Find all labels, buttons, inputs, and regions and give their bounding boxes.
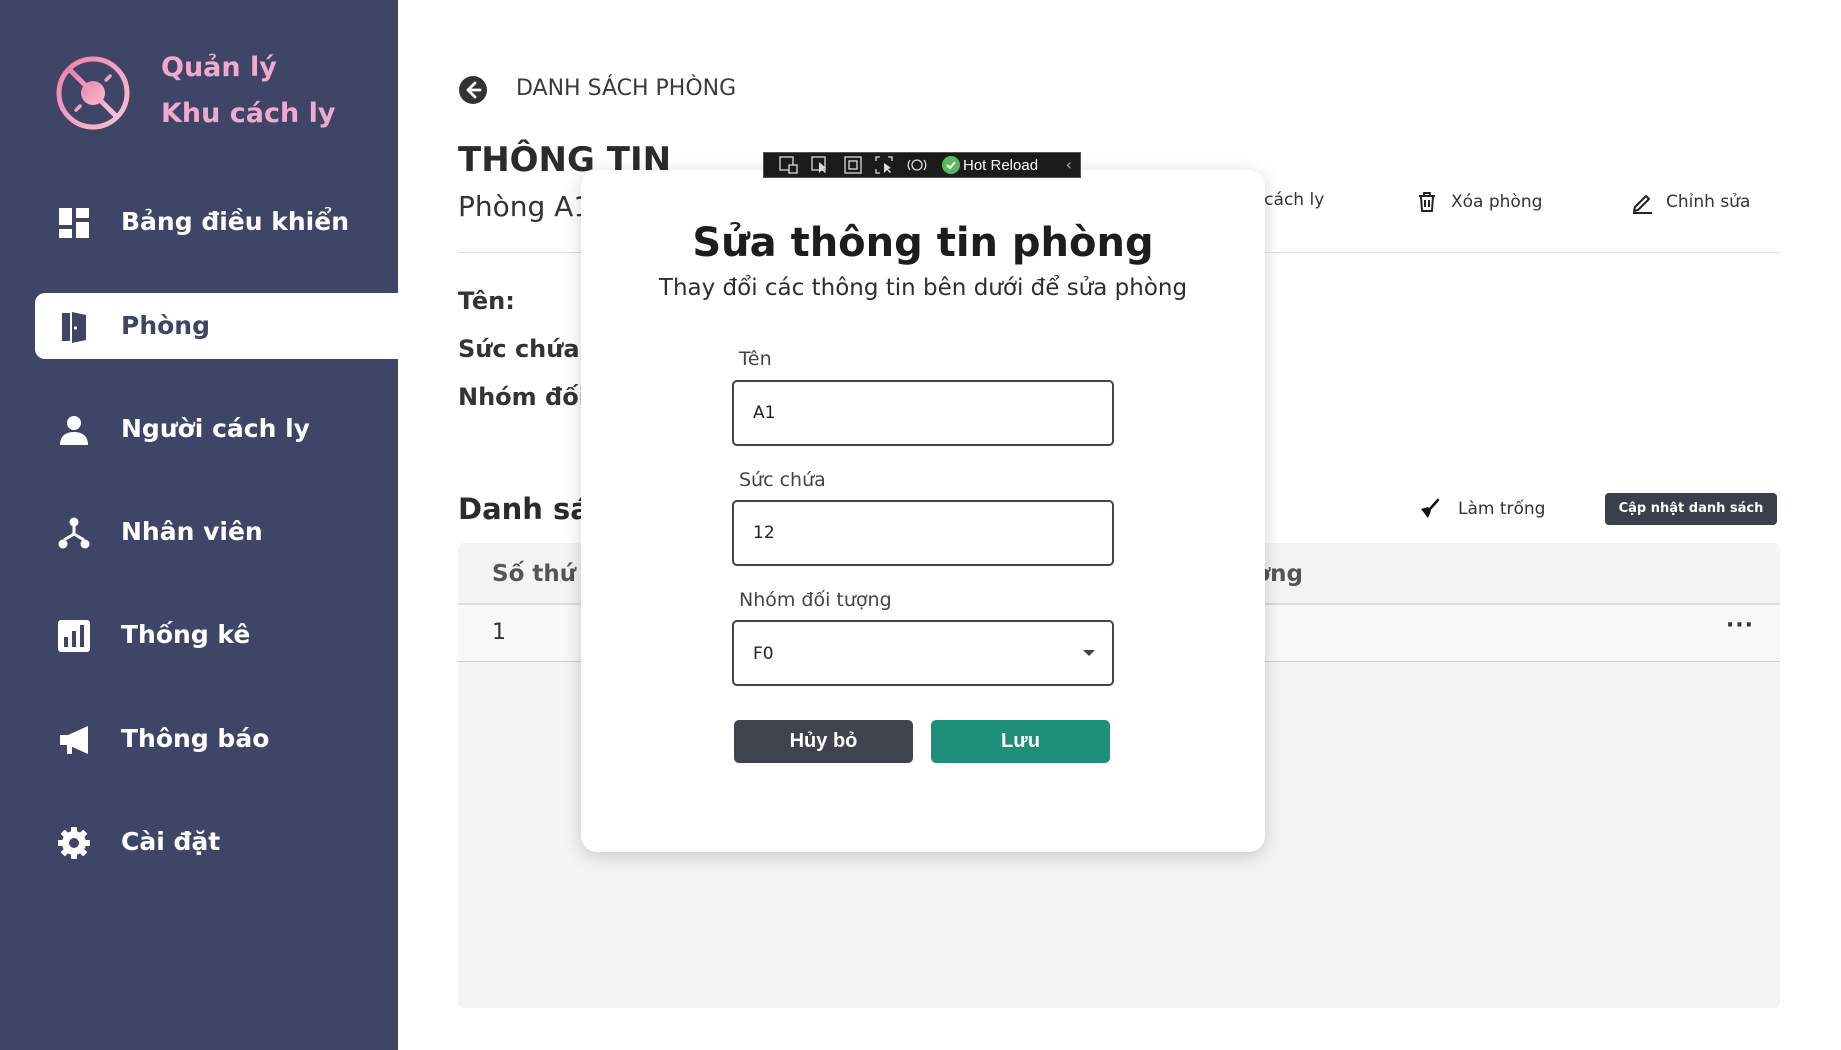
name-field-label: Tên [739,348,772,370]
org-chart-icon [58,517,90,549]
room-capacity-label: Sức chứa: [458,335,590,363]
sidebar-item-label: Phòng [121,311,210,340]
door-icon [62,312,86,343]
hot-reload-check-icon [942,156,960,174]
track-focus-icon[interactable] [874,156,896,174]
sidebar-item-staff[interactable]: Nhân viên [0,499,398,565]
sidebar-item-dashboard[interactable]: Bảng điều khiển [0,189,398,255]
hot-reload-label[interactable]: Hot Reload [963,157,1038,174]
brand: Quản lý Khu cách ly [55,50,375,140]
sidebar-item-label: Cài đặt [121,827,221,856]
bar-chart-icon [58,620,90,652]
broom-icon [1421,498,1440,518]
room-subtitle: Phòng A1 [458,190,592,223]
accessibility-icon[interactable] [906,156,928,174]
update-list-button[interactable]: Cập nhật danh sách [1605,493,1777,525]
live-tree-icon[interactable] [778,156,800,174]
delete-room-button[interactable]: Xóa phòng [1415,190,1542,214]
row-number: 1 [492,620,506,645]
brand-title-line1: Quản lý [161,52,277,83]
gear-icon [58,827,90,859]
dashboard-icon [59,208,89,238]
more-options-icon[interactable]: ··· [1726,613,1754,638]
sidebar-item-label: Bảng điều khiển [121,207,349,236]
room-name-label: Tên: [458,287,515,315]
megaphone-icon [60,726,88,754]
back-arrow-icon[interactable] [458,75,488,105]
sidebar-item-rooms[interactable]: Phòng [35,293,398,359]
edit-room-dialog: Sửa thông tin phòng Thay đổi các thông t… [581,170,1265,852]
pencil-icon [1633,195,1652,214]
capacity-field-label: Sức chứa [739,469,826,491]
sidebar: Quản lý Khu cách ly Bảng điều khiển Phòn… [0,0,398,1050]
display-layout-icon[interactable] [842,156,864,174]
sidebar-item-statistics[interactable]: Thống kê [0,602,398,668]
room-group-label: Nhóm đối [458,383,587,411]
group-select-value: F0 [753,644,774,664]
dialog-title: Sửa thông tin phòng [692,220,1154,266]
capacity-field[interactable] [732,500,1114,566]
dialog-subtitle: Thay đổi các thông tin bên dưới để sửa p… [658,275,1188,301]
sidebar-item-notifications[interactable]: Thông báo [0,706,398,772]
column-header-number: Số thứ t [492,561,596,587]
cancel-button[interactable]: Hủy bỏ [734,720,913,763]
sidebar-item-label: Người cách ly [121,414,310,443]
virus-logo-icon [56,56,130,130]
person-icon [60,416,88,445]
sidebar-item-settings[interactable]: Cài đặt [0,809,398,875]
hot-reload-toolbar: Hot Reload ‹ [763,152,1081,178]
collapse-toolbar-icon[interactable]: ‹ [1066,155,1072,174]
breadcrumb[interactable]: DANH SÁCH PHÒNG [516,76,736,101]
group-field-label: Nhóm đối tượng [739,589,892,611]
save-button[interactable]: Lưu [931,720,1110,763]
group-select[interactable]: F0 [732,620,1114,686]
sidebar-item-label: Thống kê [121,620,251,649]
edit-room-button[interactable]: Chỉnh sửa [1630,190,1750,214]
clear-list-button[interactable]: Làm trống [1418,498,1545,520]
name-field[interactable] [732,380,1114,446]
sidebar-item-label: Nhân viên [121,517,263,546]
delete-room-label: Xóa phòng [1451,192,1543,212]
edit-room-label: Chỉnh sửa [1666,192,1751,212]
app-root: Quản lý Khu cách ly Bảng điều khiển Phòn… [0,0,1841,1050]
dropdown-caret-icon [1083,650,1095,656]
select-element-icon[interactable] [810,156,832,174]
trash-icon [1419,192,1435,212]
sidebar-item-label: Thông báo [121,724,270,753]
clear-list-label: Làm trống [1458,499,1546,519]
sidebar-item-quarantined[interactable]: Người cách ly [0,396,398,462]
brand-title-line2: Khu cách ly [161,98,336,129]
